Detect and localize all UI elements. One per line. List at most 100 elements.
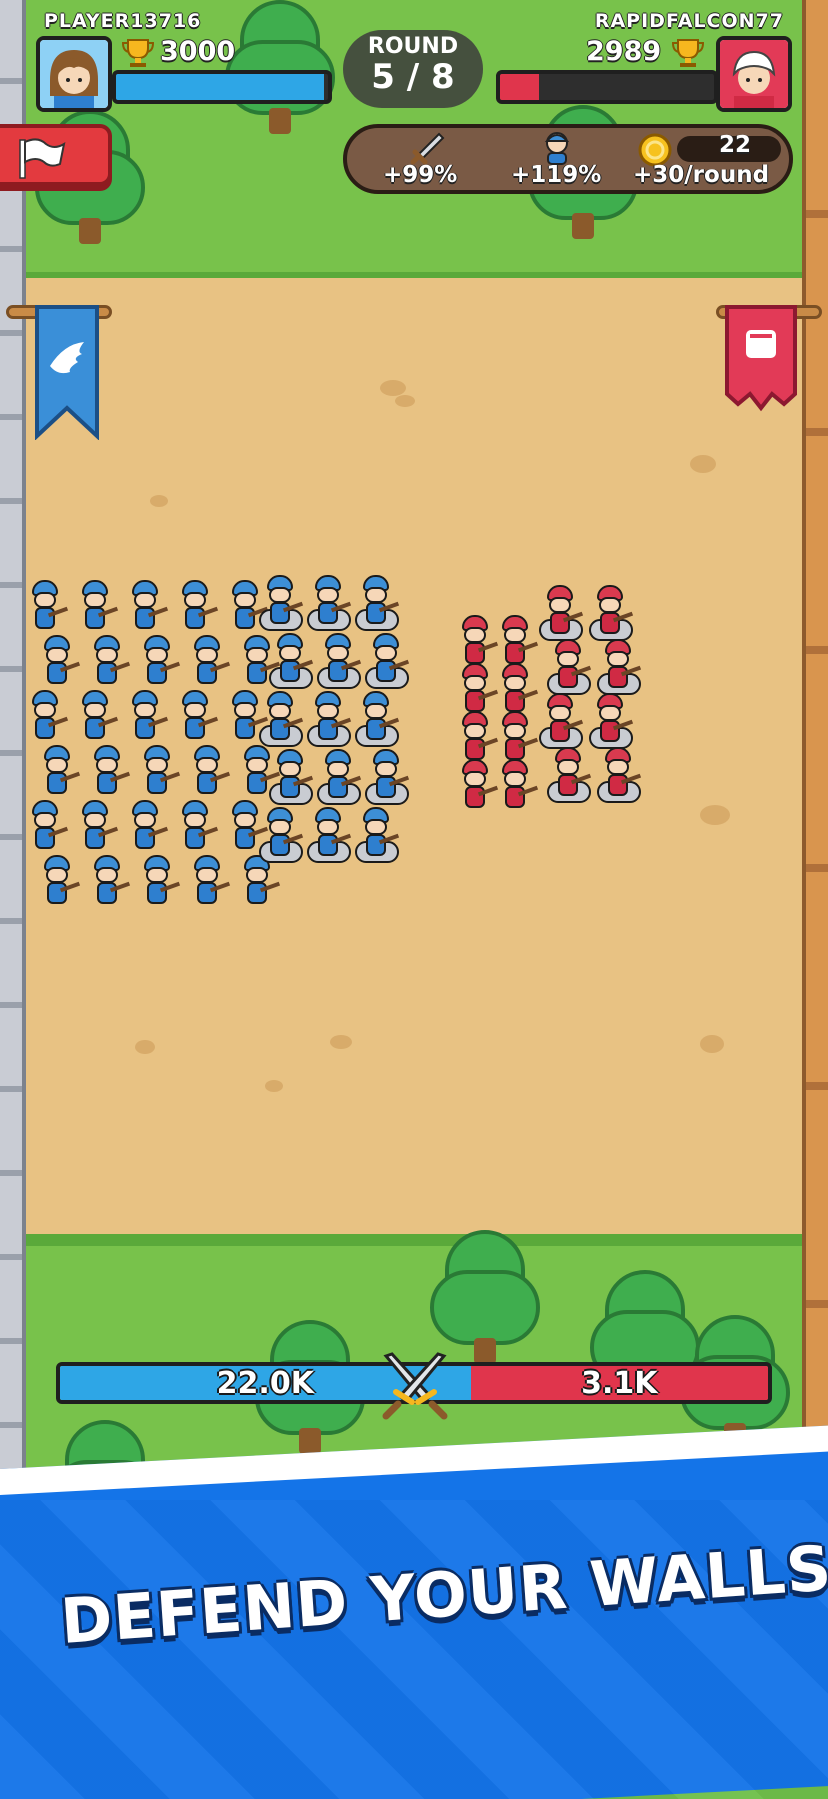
player-soldier — [365, 633, 410, 689]
player-soldier — [80, 800, 119, 854]
player-soldier — [42, 635, 81, 689]
opponent-soldier — [589, 585, 634, 641]
player-soldier — [80, 690, 119, 744]
opponent-soldier — [547, 747, 592, 803]
trophy-icon — [672, 39, 704, 67]
battlefield — [0, 278, 828, 1243]
player-soldier — [80, 580, 119, 634]
dirt-spot — [135, 1040, 155, 1054]
player-soldier — [317, 633, 362, 689]
player-soldier — [192, 745, 231, 799]
opponent-soldier — [500, 663, 539, 717]
player-soldier — [259, 575, 304, 631]
opponent-soldier — [547, 639, 592, 695]
opponent-wood-wall — [802, 0, 828, 1500]
player-soldier — [242, 635, 281, 689]
player-soldier — [230, 800, 269, 854]
surrender-flag-button[interactable] — [0, 124, 112, 186]
trophy-icon — [122, 39, 154, 67]
player-soldier — [269, 633, 314, 689]
dirt-spot — [330, 1035, 352, 1049]
player-soldier — [307, 807, 352, 863]
opponent-health-fill — [500, 74, 539, 100]
coin-income: +30/round — [633, 162, 770, 188]
opponent-soldier — [539, 693, 584, 749]
opponent-soldier — [500, 711, 539, 765]
player-soldier — [317, 749, 362, 805]
player-soldier — [242, 855, 281, 909]
dirt-spot — [150, 495, 168, 507]
player-soldier — [365, 749, 410, 805]
player-soldier — [30, 800, 69, 854]
opponent-soldier — [500, 759, 539, 813]
dirt-spot — [690, 455, 716, 473]
player-trophies: 3000 — [160, 36, 236, 67]
player-soldier — [92, 635, 131, 689]
opponent-soldier — [460, 759, 499, 813]
player-portrait-icon — [40, 40, 108, 108]
player-soldier — [355, 691, 400, 747]
player-soldier — [42, 745, 81, 799]
opponent-soldier — [460, 711, 499, 765]
opponent-soldier — [597, 747, 642, 803]
dirt-spot — [395, 395, 415, 407]
player-soldier — [142, 635, 181, 689]
opponent-health-bar — [496, 70, 718, 104]
player-soldier — [30, 690, 69, 744]
player-soldier — [180, 800, 219, 854]
player-soldier — [192, 635, 231, 689]
player-soldier — [242, 745, 281, 799]
player-soldier — [30, 580, 69, 634]
player-soldier — [142, 855, 181, 909]
player-power-value: 22.0K — [216, 1365, 314, 1401]
units-bonus: +119% — [511, 162, 602, 188]
player-health-bar — [112, 70, 332, 104]
player-avatar[interactable] — [36, 36, 112, 112]
player-soldier — [355, 575, 400, 631]
coin-count: 22 — [719, 132, 752, 158]
player-soldier — [130, 800, 169, 854]
opponent-soldier — [539, 585, 584, 641]
player-soldier — [42, 855, 81, 909]
player-soldier — [230, 580, 269, 634]
player-soldier — [269, 749, 314, 805]
player-soldier — [180, 580, 219, 634]
player-name: PLAYER13716 — [44, 10, 202, 32]
player-soldier — [142, 745, 181, 799]
battle-stats-bar: +99% +119% 22 +30/round — [343, 124, 793, 194]
player-soldier — [259, 691, 304, 747]
player-soldier — [180, 690, 219, 744]
player-soldier — [230, 690, 269, 744]
player-soldier — [355, 807, 400, 863]
opponent-soldier — [460, 663, 499, 717]
player-soldier — [259, 807, 304, 863]
attack-bonus: +99% — [383, 162, 458, 188]
opponent-power-value: 3.1K — [581, 1365, 658, 1401]
opponent-trophies: 2989 — [586, 36, 662, 67]
opponent-avatar[interactable] — [716, 36, 792, 112]
soldier-icon — [544, 132, 570, 165]
round-label: ROUND — [367, 34, 459, 59]
player-soldier — [307, 575, 352, 631]
dirt-spot — [380, 380, 406, 396]
opponent-portrait-icon — [720, 40, 788, 108]
opponent-name: RAPIDFALCON77 — [594, 10, 784, 32]
opponent-soldier — [460, 615, 499, 669]
dirt-spot — [700, 1035, 724, 1053]
crossed-swords-icon — [382, 1352, 448, 1420]
sword-icon — [410, 132, 445, 165]
player-soldier — [130, 580, 169, 634]
player-soldier — [192, 855, 231, 909]
opponent-soldier — [589, 693, 634, 749]
player-soldier — [92, 745, 131, 799]
opponent-soldier — [500, 615, 539, 669]
round-indicator: ROUND 5 / 8 — [343, 30, 483, 108]
flag-icon — [19, 138, 66, 179]
dirt-spot — [700, 805, 730, 825]
player-soldier — [92, 855, 131, 909]
round-value: 5 / 8 — [371, 57, 455, 97]
opponent-soldier — [597, 639, 642, 695]
player-soldier — [307, 691, 352, 747]
player-soldier — [130, 690, 169, 744]
tree — [430, 1230, 540, 1370]
